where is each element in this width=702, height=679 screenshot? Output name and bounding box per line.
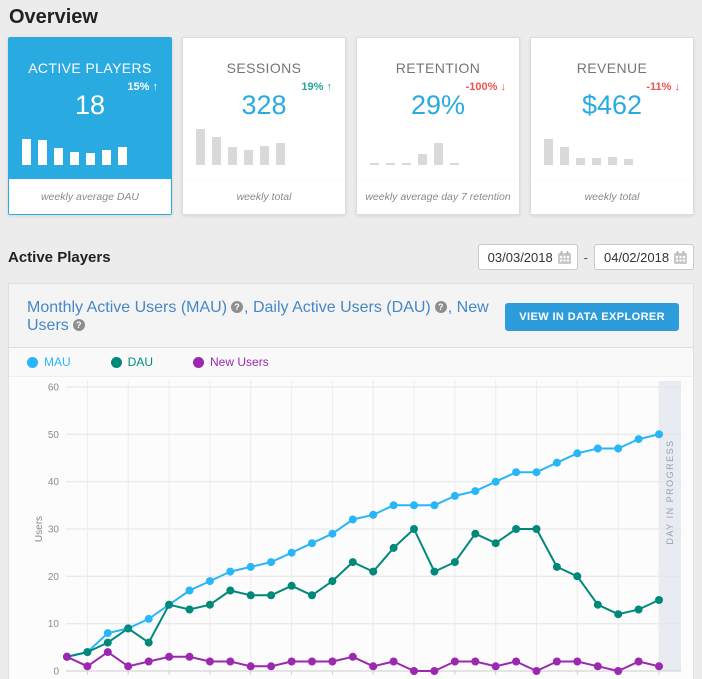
kpi-caption: weekly average DAU: [9, 179, 171, 214]
active-players-panel: Monthly Active Users (MAU), Daily Active…: [8, 283, 694, 679]
active-players-section-header: Active Players 03/03/2018 - 04/02/2018: [0, 244, 702, 270]
date-range-separator: -: [584, 250, 588, 265]
calendar-icon: [674, 251, 687, 264]
help-icon[interactable]: [73, 319, 85, 331]
kpi-card-title: ACTIVE PLAYERS: [9, 60, 171, 76]
kpi-card-title: RETENTION: [357, 60, 519, 76]
kpi-value: 29%: [357, 90, 519, 121]
help-icon[interactable]: [231, 301, 243, 313]
legend-item-new-users[interactable]: New Users: [193, 355, 269, 369]
metric-link-dau[interactable]: Daily Active Users (DAU): [253, 299, 431, 316]
kpi-delta-value: -11%: [646, 81, 671, 93]
legend-item-dau[interactable]: DAU: [111, 355, 153, 369]
date-from-input[interactable]: 03/03/2018: [478, 244, 578, 270]
kpi-delta-value: 15%: [127, 81, 149, 93]
legend-dot-new-users: [193, 357, 204, 368]
kpi-card-retention[interactable]: RETENTION -100% ↓ 29% weekly average day…: [356, 37, 520, 215]
date-to-value: 04/02/2018: [604, 250, 669, 265]
kpi-delta: -100% ↓: [466, 81, 506, 93]
trend-down-arrow-icon: ↓: [501, 81, 507, 93]
view-in-data-explorer-button[interactable]: VIEW IN DATA EXPLORER: [505, 303, 679, 331]
kpi-card-body: REVENUE -11% ↓ $462: [531, 38, 693, 179]
kpi-delta: 19% ↑: [301, 81, 332, 93]
metric-link-mau[interactable]: Monthly Active Users (MAU): [27, 299, 227, 316]
metric-links: Monthly Active Users (MAU), Daily Active…: [27, 299, 505, 335]
sparkline: [370, 127, 459, 165]
kpi-caption: weekly average day 7 retention: [357, 179, 519, 214]
sparkline: [22, 127, 127, 165]
line-chart-canvas: 01020304050603/43/63/83/103/123/143/163/…: [9, 377, 693, 679]
svg-text:0: 0: [53, 667, 59, 678]
kpi-card-body: ACTIVE PLAYERS 15% ↑ 18: [9, 38, 171, 179]
kpi-delta-value: 19%: [301, 81, 323, 93]
date-range-picker: 03/03/2018 - 04/02/2018: [478, 244, 694, 270]
date-from-value: 03/03/2018: [488, 250, 553, 265]
legend-label: MAU: [44, 355, 71, 369]
kpi-value: $462: [531, 90, 693, 121]
chart-legend: MAU DAU New Users: [9, 347, 693, 376]
svg-text:30: 30: [48, 525, 60, 536]
svg-text:50: 50: [48, 430, 60, 441]
kpi-delta: 15% ↑: [127, 81, 158, 93]
kpi-card-body: RETENTION -100% ↓ 29%: [357, 38, 519, 179]
metric-link-separator: ,: [244, 299, 253, 316]
metric-link-separator: ,: [448, 299, 457, 316]
calendar-icon: [558, 251, 571, 264]
kpi-caption: weekly total: [531, 179, 693, 214]
kpi-card-active-players[interactable]: ACTIVE PLAYERS 15% ↑ 18 weekly average D…: [8, 37, 172, 215]
trend-up-arrow-icon: ↑: [327, 81, 333, 93]
line-chart: 01020304050603/43/63/83/103/123/143/163/…: [9, 376, 693, 679]
date-to-input[interactable]: 04/02/2018: [594, 244, 694, 270]
trend-down-arrow-icon: ↓: [675, 81, 681, 93]
help-icon[interactable]: [435, 301, 447, 313]
svg-text:20: 20: [48, 572, 60, 583]
kpi-card-sessions[interactable]: SESSIONS 19% ↑ 328 weekly total: [182, 37, 346, 215]
sparkline: [196, 127, 285, 165]
sparkline: [544, 127, 633, 165]
kpi-caption: weekly total: [183, 179, 345, 214]
svg-text:DAY IN PROGRESS: DAY IN PROGRESS: [665, 439, 675, 544]
panel-header: Monthly Active Users (MAU), Daily Active…: [9, 284, 693, 347]
kpi-cards: ACTIVE PLAYERS 15% ↑ 18 weekly average D…: [0, 37, 702, 215]
overview-page: Overview ACTIVE PLAYERS 15% ↑ 18 weekly …: [0, 0, 702, 679]
svg-text:Users: Users: [34, 516, 45, 542]
svg-text:40: 40: [48, 477, 60, 488]
kpi-card-title: REVENUE: [531, 60, 693, 76]
kpi-value: 18: [9, 90, 171, 121]
legend-dot-mau: [27, 357, 38, 368]
kpi-delta-value: -100%: [466, 81, 498, 93]
kpi-card-title: SESSIONS: [183, 60, 345, 76]
page-title: Overview: [0, 0, 702, 37]
svg-text:10: 10: [48, 619, 60, 630]
trend-up-arrow-icon: ↑: [153, 81, 159, 93]
kpi-delta: -11% ↓: [646, 81, 680, 93]
svg-text:60: 60: [48, 383, 60, 394]
section-title: Active Players: [8, 249, 111, 266]
legend-dot-dau: [111, 357, 122, 368]
kpi-card-body: SESSIONS 19% ↑ 328: [183, 38, 345, 179]
legend-item-mau[interactable]: MAU: [27, 355, 71, 369]
legend-label: DAU: [128, 355, 153, 369]
kpi-value: 328: [183, 90, 345, 121]
kpi-card-revenue[interactable]: REVENUE -11% ↓ $462 weekly total: [530, 37, 694, 215]
legend-label: New Users: [210, 355, 269, 369]
